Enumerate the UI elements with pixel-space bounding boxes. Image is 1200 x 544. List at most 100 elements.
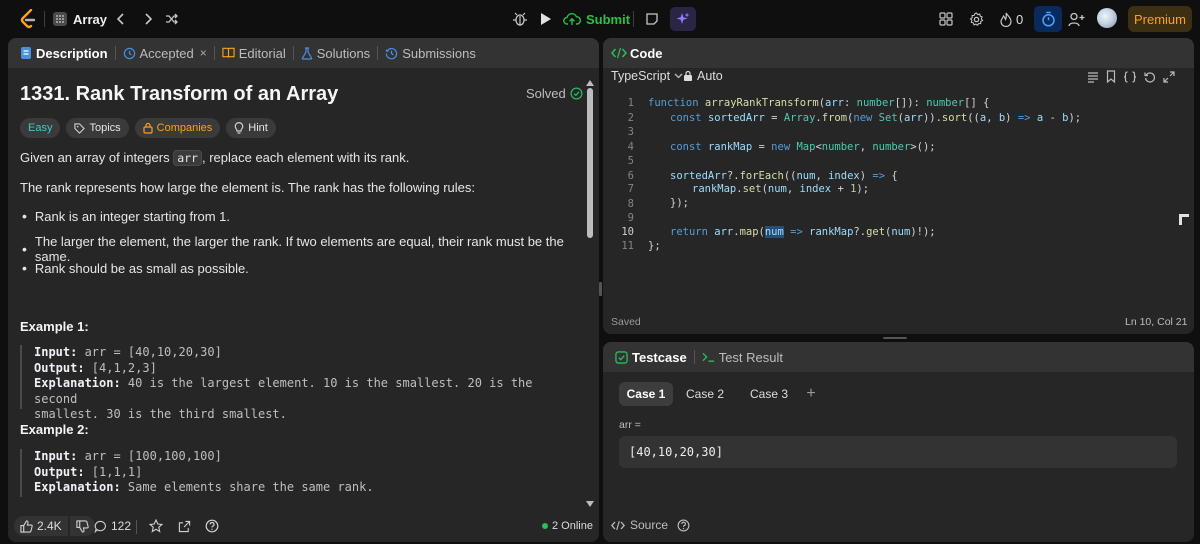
history-clock-icon xyxy=(123,47,135,59)
case-label: Case 2 xyxy=(685,387,725,401)
debug-icon[interactable] xyxy=(510,8,530,30)
add-friend-icon[interactable] xyxy=(1066,9,1086,29)
topics-tag[interactable]: Topics xyxy=(66,118,129,138)
streak-counter[interactable]: 0 xyxy=(1000,9,1023,29)
submit-button[interactable]: Submit xyxy=(563,8,630,30)
braces-icon[interactable] xyxy=(1123,70,1137,83)
cursor-position: Ln 10, Col 21 xyxy=(1125,316,1188,328)
case-2-tab[interactable]: Case 2 xyxy=(673,382,737,406)
tag-row: Easy Topics Companies Hint xyxy=(20,118,276,138)
code-line: return arr.map(num => rankMap?.get(num)!… xyxy=(670,226,936,238)
settings-gear-icon[interactable] xyxy=(967,9,985,29)
prev-problem-icon[interactable] xyxy=(114,9,128,29)
lock-icon xyxy=(143,122,153,134)
scroll-down-icon[interactable] xyxy=(586,501,594,507)
help-icon[interactable] xyxy=(204,516,220,536)
code-panel-header: Code xyxy=(603,38,1194,68)
output-label: Output: xyxy=(34,464,85,479)
code-line: function arrayRankTransform(arr: number[… xyxy=(648,97,990,109)
history-icon xyxy=(385,47,398,59)
tab-editorial[interactable]: Editorial xyxy=(218,46,290,61)
scrollbar-track[interactable] xyxy=(586,80,594,510)
ai-sparkle-button[interactable] xyxy=(670,7,696,31)
explanation-label: Explanation: xyxy=(34,376,121,390)
avatar[interactable] xyxy=(1097,8,1117,28)
source-button[interactable]: Source xyxy=(611,518,690,532)
intro-text: Given an array of integers xyxy=(20,150,174,165)
language-select[interactable]: TypeScript xyxy=(611,69,683,83)
divider xyxy=(633,11,634,27)
leetcode-logo[interactable] xyxy=(19,8,37,29)
description-tabs: Description Accepted × Editorial Solutio… xyxy=(8,38,599,68)
companies-tag[interactable]: Companies xyxy=(134,118,221,138)
problem-list-label: Array xyxy=(73,11,107,27)
auto-mode-toggle[interactable]: Auto xyxy=(683,69,723,83)
testcase-panel: Testcase Test Result Case 1 Case 2 Case … xyxy=(603,342,1194,542)
output-label: Output: xyxy=(34,360,85,375)
companies-label: Companies xyxy=(156,122,213,134)
case-3-tab[interactable]: Case 3 xyxy=(737,382,801,406)
line-number: 9 xyxy=(627,212,634,224)
scroll-up-icon[interactable] xyxy=(586,80,594,86)
problem-title: 1331. Rank Transform of an Array xyxy=(20,83,339,105)
reset-icon[interactable] xyxy=(1144,71,1156,83)
notes-icon[interactable] xyxy=(643,8,661,30)
tab-submissions[interactable]: Submissions xyxy=(381,46,480,61)
shuffle-icon[interactable] xyxy=(164,9,180,29)
scrollbar-thumb[interactable] xyxy=(587,88,593,238)
submit-label: Submit xyxy=(586,11,631,27)
tab-description[interactable]: Description xyxy=(16,46,112,61)
param-value: [40,10,20,30] xyxy=(629,445,723,459)
document-icon xyxy=(21,47,31,59)
case-1-tab[interactable]: Case 1 xyxy=(619,382,673,406)
rule-text: Rank is an integer starting from 1. xyxy=(34,208,230,224)
vertical-resize-handle[interactable] xyxy=(599,282,602,296)
divider xyxy=(114,46,116,60)
horizontal-resize-handle[interactable] xyxy=(883,337,907,339)
tab-accepted[interactable]: Accepted × xyxy=(119,46,211,61)
tab-solutions[interactable]: Solutions xyxy=(297,46,374,61)
solved-badge: Solved xyxy=(526,86,583,101)
premium-button[interactable]: Premium xyxy=(1128,6,1192,32)
divider xyxy=(292,46,294,60)
close-tab-icon[interactable]: × xyxy=(200,46,207,60)
divider xyxy=(44,11,45,27)
run-play-icon[interactable] xyxy=(536,8,556,30)
tab-label: Submissions xyxy=(402,45,476,61)
explanation-value: Same elements share the same rank. xyxy=(120,480,374,494)
testcase-tabs: Testcase Test Result xyxy=(603,342,1194,372)
solved-label: Solved xyxy=(526,86,566,101)
example-2-title: Example 2: xyxy=(20,422,89,437)
hint-tag[interactable]: Hint xyxy=(226,118,276,138)
help-icon[interactable] xyxy=(677,519,690,532)
tab-test-result[interactable]: Test Result xyxy=(698,350,787,365)
code-line: }); xyxy=(670,197,689,209)
code-line: sortedArr?.forEach((num, index) => { xyxy=(670,170,898,182)
tab-testcase[interactable]: Testcase xyxy=(611,350,691,365)
problem-list-button[interactable]: Array xyxy=(53,9,107,29)
streak-count: 0 xyxy=(1016,11,1024,27)
share-icon[interactable] xyxy=(176,516,192,536)
example-1-title: Example 1: xyxy=(20,319,89,334)
online-dot xyxy=(542,523,548,529)
line-number: 1 xyxy=(627,97,634,109)
line-number: 11 xyxy=(621,240,634,252)
expand-icon[interactable] xyxy=(1163,70,1175,83)
layout-icon[interactable] xyxy=(937,9,955,29)
output-value: [1,1,1] xyxy=(84,464,143,479)
timer-button[interactable] xyxy=(1034,6,1062,32)
rule-text: Rank should be as small as possible. xyxy=(34,260,249,276)
star-icon[interactable] xyxy=(148,516,164,536)
comment-count: 122 xyxy=(111,519,132,533)
description-panel: Description Accepted × Editorial Solutio… xyxy=(8,38,599,542)
code-line: rankMap.set(num, index + 1); xyxy=(692,183,870,195)
like-button[interactable]: 2.4K xyxy=(14,516,68,536)
bookmark-icon[interactable] xyxy=(1106,70,1116,83)
comments-button[interactable]: 122 xyxy=(94,516,131,536)
format-icon[interactable] xyxy=(1087,71,1099,83)
add-case-button[interactable]: + xyxy=(801,382,821,406)
dislike-button[interactable] xyxy=(70,516,95,536)
top-bar: Array Submit 0 Premium xyxy=(0,0,1200,37)
param-input[interactable]: [40,10,20,30] xyxy=(619,436,1177,468)
next-problem-icon[interactable] xyxy=(141,9,155,29)
